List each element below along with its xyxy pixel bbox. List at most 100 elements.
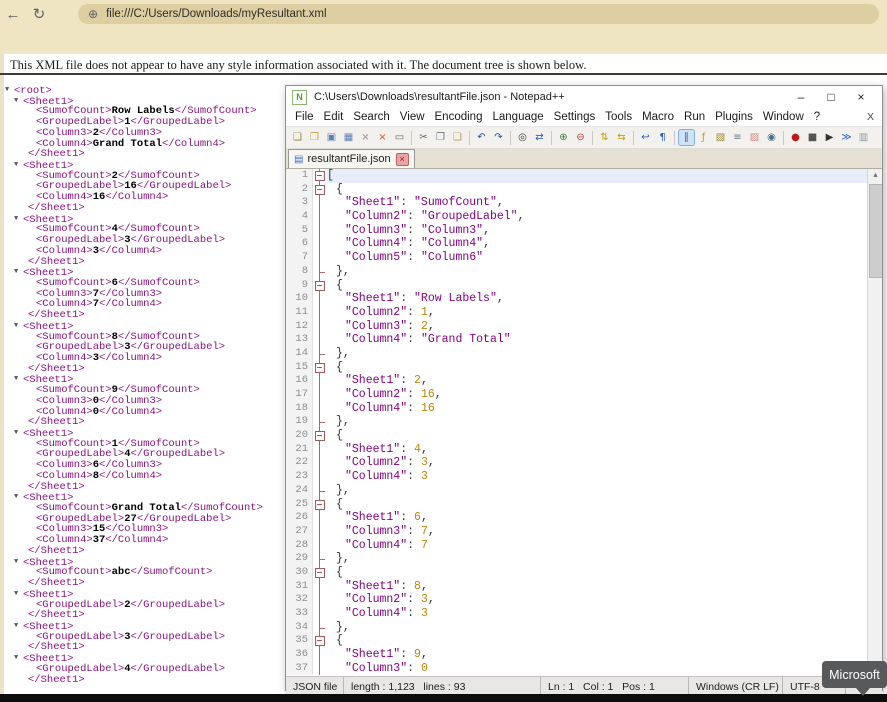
collapse-arrow-icon[interactable]: ▼ [14, 589, 23, 600]
fold-collapse-icon[interactable] [315, 431, 325, 441]
menu-encoding[interactable]: Encoding [430, 111, 488, 123]
zoom-out-icon[interactable]: ⊖ [573, 130, 588, 145]
indent-guide-icon[interactable]: ∥ [679, 130, 694, 145]
editor-line[interactable]: 10"Sheet1": "Row Labels", [286, 292, 867, 306]
fold-margin[interactable] [313, 456, 327, 470]
collapse-arrow-icon[interactable]: ▼ [14, 428, 23, 439]
fold-margin[interactable] [313, 607, 327, 621]
fold-margin[interactable] [313, 265, 327, 279]
editor-line[interactable]: 4"Column2": "GroupedLabel", [286, 210, 867, 224]
fold-margin[interactable] [313, 566, 327, 580]
show-all-chars-icon[interactable]: ¶ [655, 130, 670, 145]
fold-margin[interactable] [313, 525, 327, 539]
find-icon[interactable]: ◎ [515, 130, 530, 145]
redo-icon[interactable]: ↷ [491, 130, 506, 145]
play-macro-icon[interactable]: ▶ [822, 130, 837, 145]
menu-window[interactable]: Window [758, 111, 809, 123]
fold-margin[interactable] [313, 374, 327, 388]
editor-line[interactable]: 37"Column3": 0 [286, 662, 867, 676]
paste-icon[interactable]: ❑ [450, 130, 465, 145]
fold-margin[interactable] [313, 593, 327, 607]
fold-margin[interactable] [313, 210, 327, 224]
menu-plugins[interactable]: Plugins [710, 111, 758, 123]
editor-line[interactable]: 14}, [286, 347, 867, 361]
address-bar[interactable]: ⊕ file:///C:/Users/Downloads/myResultant… [78, 4, 879, 24]
editor-line[interactable]: 20{ [286, 429, 867, 443]
menu-macro[interactable]: Macro [637, 111, 679, 123]
editor-line[interactable]: 16"Sheet1": 2, [286, 374, 867, 388]
save-all-icon[interactable]: ▦ [341, 130, 356, 145]
title-bar[interactable]: N C:\Users\Downloads\resultantFile.json … [286, 86, 882, 108]
editor-line[interactable]: 35{ [286, 634, 867, 648]
print-icon[interactable]: ▭ [392, 130, 407, 145]
fold-margin[interactable] [313, 169, 327, 183]
editor-line[interactable]: 5"Column3": "Column3", [286, 224, 867, 238]
fold-margin[interactable] [313, 388, 327, 402]
fold-margin[interactable] [313, 415, 327, 429]
folder-workspace-icon[interactable]: ▨ [747, 130, 762, 145]
menu-help[interactable]: ? [809, 111, 825, 123]
fold-collapse-icon[interactable] [315, 636, 325, 646]
fold-margin[interactable] [313, 539, 327, 553]
fold-margin[interactable] [313, 333, 327, 347]
editor-line[interactable]: 36"Sheet1": 9, [286, 648, 867, 662]
editor-line[interactable]: 17"Column2": 16, [286, 388, 867, 402]
fold-margin[interactable] [313, 306, 327, 320]
record-macro-icon[interactable]: ● [788, 130, 803, 145]
replace-icon[interactable]: ⇄ [532, 130, 547, 145]
editor-line[interactable]: 33"Column4": 3 [286, 607, 867, 621]
minimize-button[interactable]: – [786, 90, 816, 104]
editor-line[interactable]: 30{ [286, 566, 867, 580]
collapse-arrow-icon[interactable]: ▼ [14, 653, 23, 664]
save-icon[interactable]: ▣ [324, 130, 339, 145]
fold-collapse-icon[interactable] [315, 363, 325, 373]
fold-margin[interactable] [313, 580, 327, 594]
editor-line[interactable]: 11"Column2": 1, [286, 306, 867, 320]
collapse-arrow-icon[interactable]: ▼ [14, 621, 23, 632]
menu-run[interactable]: Run [679, 111, 710, 123]
fold-margin[interactable] [313, 251, 327, 265]
fold-margin[interactable] [313, 361, 327, 375]
doc-list-icon[interactable]: ≡ [730, 130, 745, 145]
stop-macro-icon[interactable]: ■ [805, 130, 820, 145]
tab-close-icon[interactable]: × [396, 153, 409, 166]
editor-line[interactable]: 8}, [286, 265, 867, 279]
fold-margin[interactable] [313, 183, 327, 197]
menu-tools[interactable]: Tools [600, 111, 637, 123]
fold-margin[interactable] [313, 292, 327, 306]
sync-horizontal-icon[interactable]: ⇆ [614, 130, 629, 145]
fold-margin[interactable] [313, 511, 327, 525]
collapse-arrow-icon[interactable]: ▼ [14, 321, 23, 332]
menu-file[interactable]: File [290, 111, 319, 123]
editor-line[interactable]: 22"Column2": 3, [286, 456, 867, 470]
editor-line[interactable]: 28"Column4": 7 [286, 539, 867, 553]
editor-line[interactable]: 27"Column3": 7, [286, 525, 867, 539]
fold-collapse-icon[interactable] [315, 281, 325, 291]
editor-line[interactable]: 21"Sheet1": 4, [286, 443, 867, 457]
editor-line[interactable]: 24}, [286, 484, 867, 498]
monitoring-icon[interactable]: ◉ [764, 130, 779, 145]
fold-collapse-icon[interactable] [315, 171, 325, 181]
fold-margin[interactable] [313, 470, 327, 484]
fold-margin[interactable] [313, 634, 327, 648]
editor-line[interactable]: 26"Sheet1": 6, [286, 511, 867, 525]
editor-line[interactable]: 1[ [286, 169, 867, 183]
fold-margin[interactable] [313, 279, 327, 293]
editor-line[interactable]: 12"Column3": 2, [286, 320, 867, 334]
editor-line[interactable]: 9{ [286, 279, 867, 293]
editor-line[interactable]: 15{ [286, 361, 867, 375]
cut-icon[interactable]: ✂ [416, 130, 431, 145]
close-file-icon[interactable]: × [358, 130, 373, 145]
editor-line[interactable]: 34}, [286, 621, 867, 635]
editor-area[interactable]: ▲ ▼ 1[2{3"Sheet1": "SumofCount",4"Column… [286, 169, 882, 676]
fold-collapse-icon[interactable] [315, 568, 325, 578]
copy-icon[interactable]: ❐ [433, 130, 448, 145]
fold-margin[interactable] [313, 224, 327, 238]
word-wrap-icon[interactable]: ↩ [638, 130, 653, 145]
menu-edit[interactable]: Edit [319, 111, 349, 123]
function-list-icon[interactable]: ƒ [696, 130, 711, 145]
sync-vertical-icon[interactable]: ⇅ [597, 130, 612, 145]
collapse-arrow-icon[interactable]: ▼ [14, 96, 23, 107]
doc-map-icon[interactable]: ▧ [713, 130, 728, 145]
fold-collapse-icon[interactable] [315, 500, 325, 510]
